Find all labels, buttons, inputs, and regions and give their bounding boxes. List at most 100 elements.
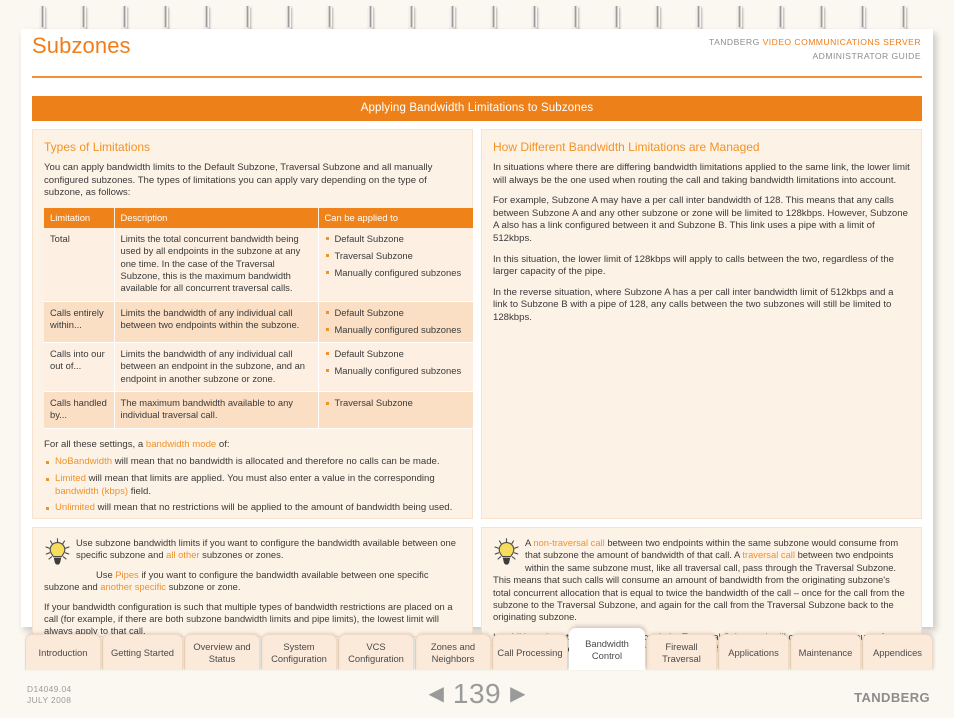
tab-label: Getting Started (110, 646, 175, 658)
tab-vcs-configuration[interactable]: VCS Configuration (338, 634, 414, 670)
bandwidth-mode-term: Unlimited (55, 502, 95, 514)
right-paragraph-4: In the reverse situation, where Subzone … (493, 286, 894, 323)
tip-left-p2: Use Pipes if you want to configure the b… (44, 569, 461, 594)
tab-firewall-traversal[interactable]: Firewall Traversal (646, 634, 717, 670)
cell-limitation: Calls entirely within... (44, 301, 115, 343)
cell-applies-to: Default Subzone Manually configured subzo… (318, 301, 473, 343)
bandwidth-mode-item: NoBandwidth will mean that no bandwidth … (44, 456, 461, 469)
tab-label: Call Processing (497, 646, 563, 658)
tab-overview-and-status[interactable]: Overview and Status (184, 634, 260, 670)
tip-box-traversal-calls: A non-traversal call between two endpoin… (481, 527, 922, 654)
header-guide-label: TANDBERG VIDEO COMMUNICATIONS SERVER ADM… (709, 36, 921, 62)
tip-left-p2c: subzone or zone. (165, 581, 241, 593)
tab-label: Firewall Traversal (662, 641, 701, 664)
table-row: Calls handled by... The maximum bandwidth… (44, 391, 473, 429)
page-card: Subzones TANDBERG VIDEO COMMUNICATIONS S… (21, 29, 933, 654)
right-paragraphs: In situations where there are differing … (493, 162, 910, 325)
tab-getting-started[interactable]: Getting Started (102, 634, 183, 670)
table-row: Total Limits the total concurrent bandwid… (44, 227, 473, 302)
cell-limitation: Calls handled by... (44, 391, 115, 429)
table-row: Calls entirely within... Limits the bandw… (44, 301, 473, 343)
left-intro-paragraph: You can apply bandwidth limits to the De… (44, 162, 433, 199)
cell-limitation: Calls into our out of... (44, 342, 115, 393)
tab-label: Introduction (38, 646, 88, 658)
right-paragraph-3: In this situation, the lower limit of 12… (493, 253, 895, 278)
header-product: VIDEO COMMUNICATIONS SERVER (762, 37, 921, 47)
header-company: TANDBERG (709, 37, 763, 47)
bandwidth-mode-list: NoBandwidth will mean that no bandwidth … (44, 456, 461, 514)
tab-introduction[interactable]: Introduction (25, 634, 101, 670)
applies-to-item: Manually configured subzones (325, 267, 468, 279)
tab-bandwidth-control[interactable]: Bandwidth Control (569, 628, 645, 670)
table-header-row: Limitation Description Can be applied to (44, 207, 473, 228)
tip-right-p1: A non-traversal call between two endpoin… (493, 537, 910, 624)
cell-applies-to: Traversal Subzone (318, 391, 473, 429)
applies-to-item: Default Subzone (325, 233, 468, 245)
tab-label: VCS Configuration (348, 641, 404, 664)
cell-description: Limits the bandwidth of any individual c… (114, 342, 319, 393)
tab-label: Overview and Status (193, 641, 251, 664)
chapter-tab-bar[interactable]: Introduction Getting Started Overview and … (25, 628, 933, 676)
right-section-title: How Different Bandwidth Limitations are … (493, 140, 760, 154)
tab-label: Zones and Neighbors (430, 641, 476, 664)
tip-right-link-traversal-call: traversal call (742, 549, 795, 561)
tip-left-p1: Use subzone bandwidth limits if you want… (44, 537, 461, 562)
bandwidth-mode-item: Limited will mean that limits are applie… (44, 473, 461, 498)
applies-to-item: Default Subzone (325, 307, 468, 319)
brand-logo: TANDBERG (854, 690, 930, 705)
tab-call-processing[interactable]: Call Processing (492, 634, 568, 670)
cell-limitation: Total (44, 227, 115, 302)
tab-zones-and-neighbors[interactable]: Zones and Neighbors (415, 634, 491, 670)
cell-description: Limits the bandwidth of any individual c… (114, 301, 319, 343)
tab-label: Appendices (873, 646, 922, 658)
tab-label: Maintenance (798, 646, 853, 658)
applies-to-item: Default Subzone (325, 348, 468, 360)
tip-left-p3: If your bandwidth configuration is such … (44, 600, 453, 637)
lightbulb-icon (45, 538, 70, 565)
page-number: 139 (452, 678, 502, 709)
applies-to-item: Traversal Subzone (325, 250, 468, 262)
page-header: Subzones TANDBERG VIDEO COMMUNICATIONS S… (21, 29, 933, 78)
document-page: Subzones TANDBERG VIDEO COMMUNICATIONS S… (0, 0, 954, 718)
tip-left-link-all-other: all other (166, 549, 200, 561)
bandwidth-mode-item: Unlimited will mean that no restrictions… (44, 502, 461, 515)
left-section-title: Types of Limitations (44, 140, 151, 154)
bandwidth-mode-intro: For all these settings, a bandwidth mode… (44, 439, 461, 452)
bandwidth-mode-link: bandwidth mode (145, 438, 217, 450)
panel-how-limitations-managed: How Different Bandwidth Limitations are … (481, 129, 922, 519)
tip-left-link-pipes: Pipes (115, 568, 139, 580)
tab-label: System Configuration (271, 641, 327, 664)
limitations-table: Limitation Description Can be applied to… (44, 207, 473, 429)
lightbulb-icon (494, 538, 519, 565)
bandwidth-mode-term: NoBandwidth (55, 456, 113, 468)
previous-page-arrow-icon[interactable]: ◀ (429, 684, 444, 704)
right-paragraph-1: In situations where there are differing … (493, 162, 910, 186)
tab-label: Applications (728, 646, 779, 658)
tab-system-configuration[interactable]: System Configuration (261, 634, 337, 670)
cell-description: The maximum bandwidth available to any i… (114, 391, 319, 429)
tab-applications[interactable]: Applications (718, 634, 789, 670)
bandwidth-mode-term: Limited (55, 473, 86, 485)
header-rule (32, 76, 922, 78)
applies-to-item: Manually configured subzones (325, 324, 468, 336)
column-header-description: Description (114, 207, 319, 228)
tab-maintenance[interactable]: Maintenance (790, 634, 861, 670)
column-header-applies-to: Can be applied to (318, 207, 473, 228)
panel-types-of-limitations: Types of Limitations You can apply bandw… (32, 129, 473, 519)
tab-label: Bandwidth Control (585, 638, 629, 661)
header-product-line: TANDBERG VIDEO COMMUNICATIONS SERVER (709, 36, 921, 48)
applies-to-item: Traversal Subzone (325, 397, 468, 409)
section-banner: Applying Bandwidth Limitations to Subzon… (32, 96, 922, 121)
cell-applies-to: Default Subzone Traversal Subzone Manually… (318, 227, 473, 302)
tab-appendices[interactable]: Appendices (862, 634, 933, 670)
tip-left-p2a: Use (96, 568, 116, 580)
header-subtitle: ADMINISTRATOR GUIDE (812, 51, 921, 61)
cell-description: Limits the total concurrent bandwidth be… (114, 227, 319, 302)
page-title: Subzones (32, 33, 131, 58)
column-header-limitation: Limitation (44, 207, 115, 228)
next-page-arrow-icon[interactable]: ▶ (510, 684, 525, 704)
tip-right-link-non-traversal-call: non-traversal call (533, 537, 605, 548)
page-navigator: ◀ 139 ▶ (0, 678, 954, 710)
bw-mode-intro-a: For all these settings, a (44, 438, 146, 450)
table-row: Calls into our out of... Limits the bandw… (44, 342, 473, 393)
